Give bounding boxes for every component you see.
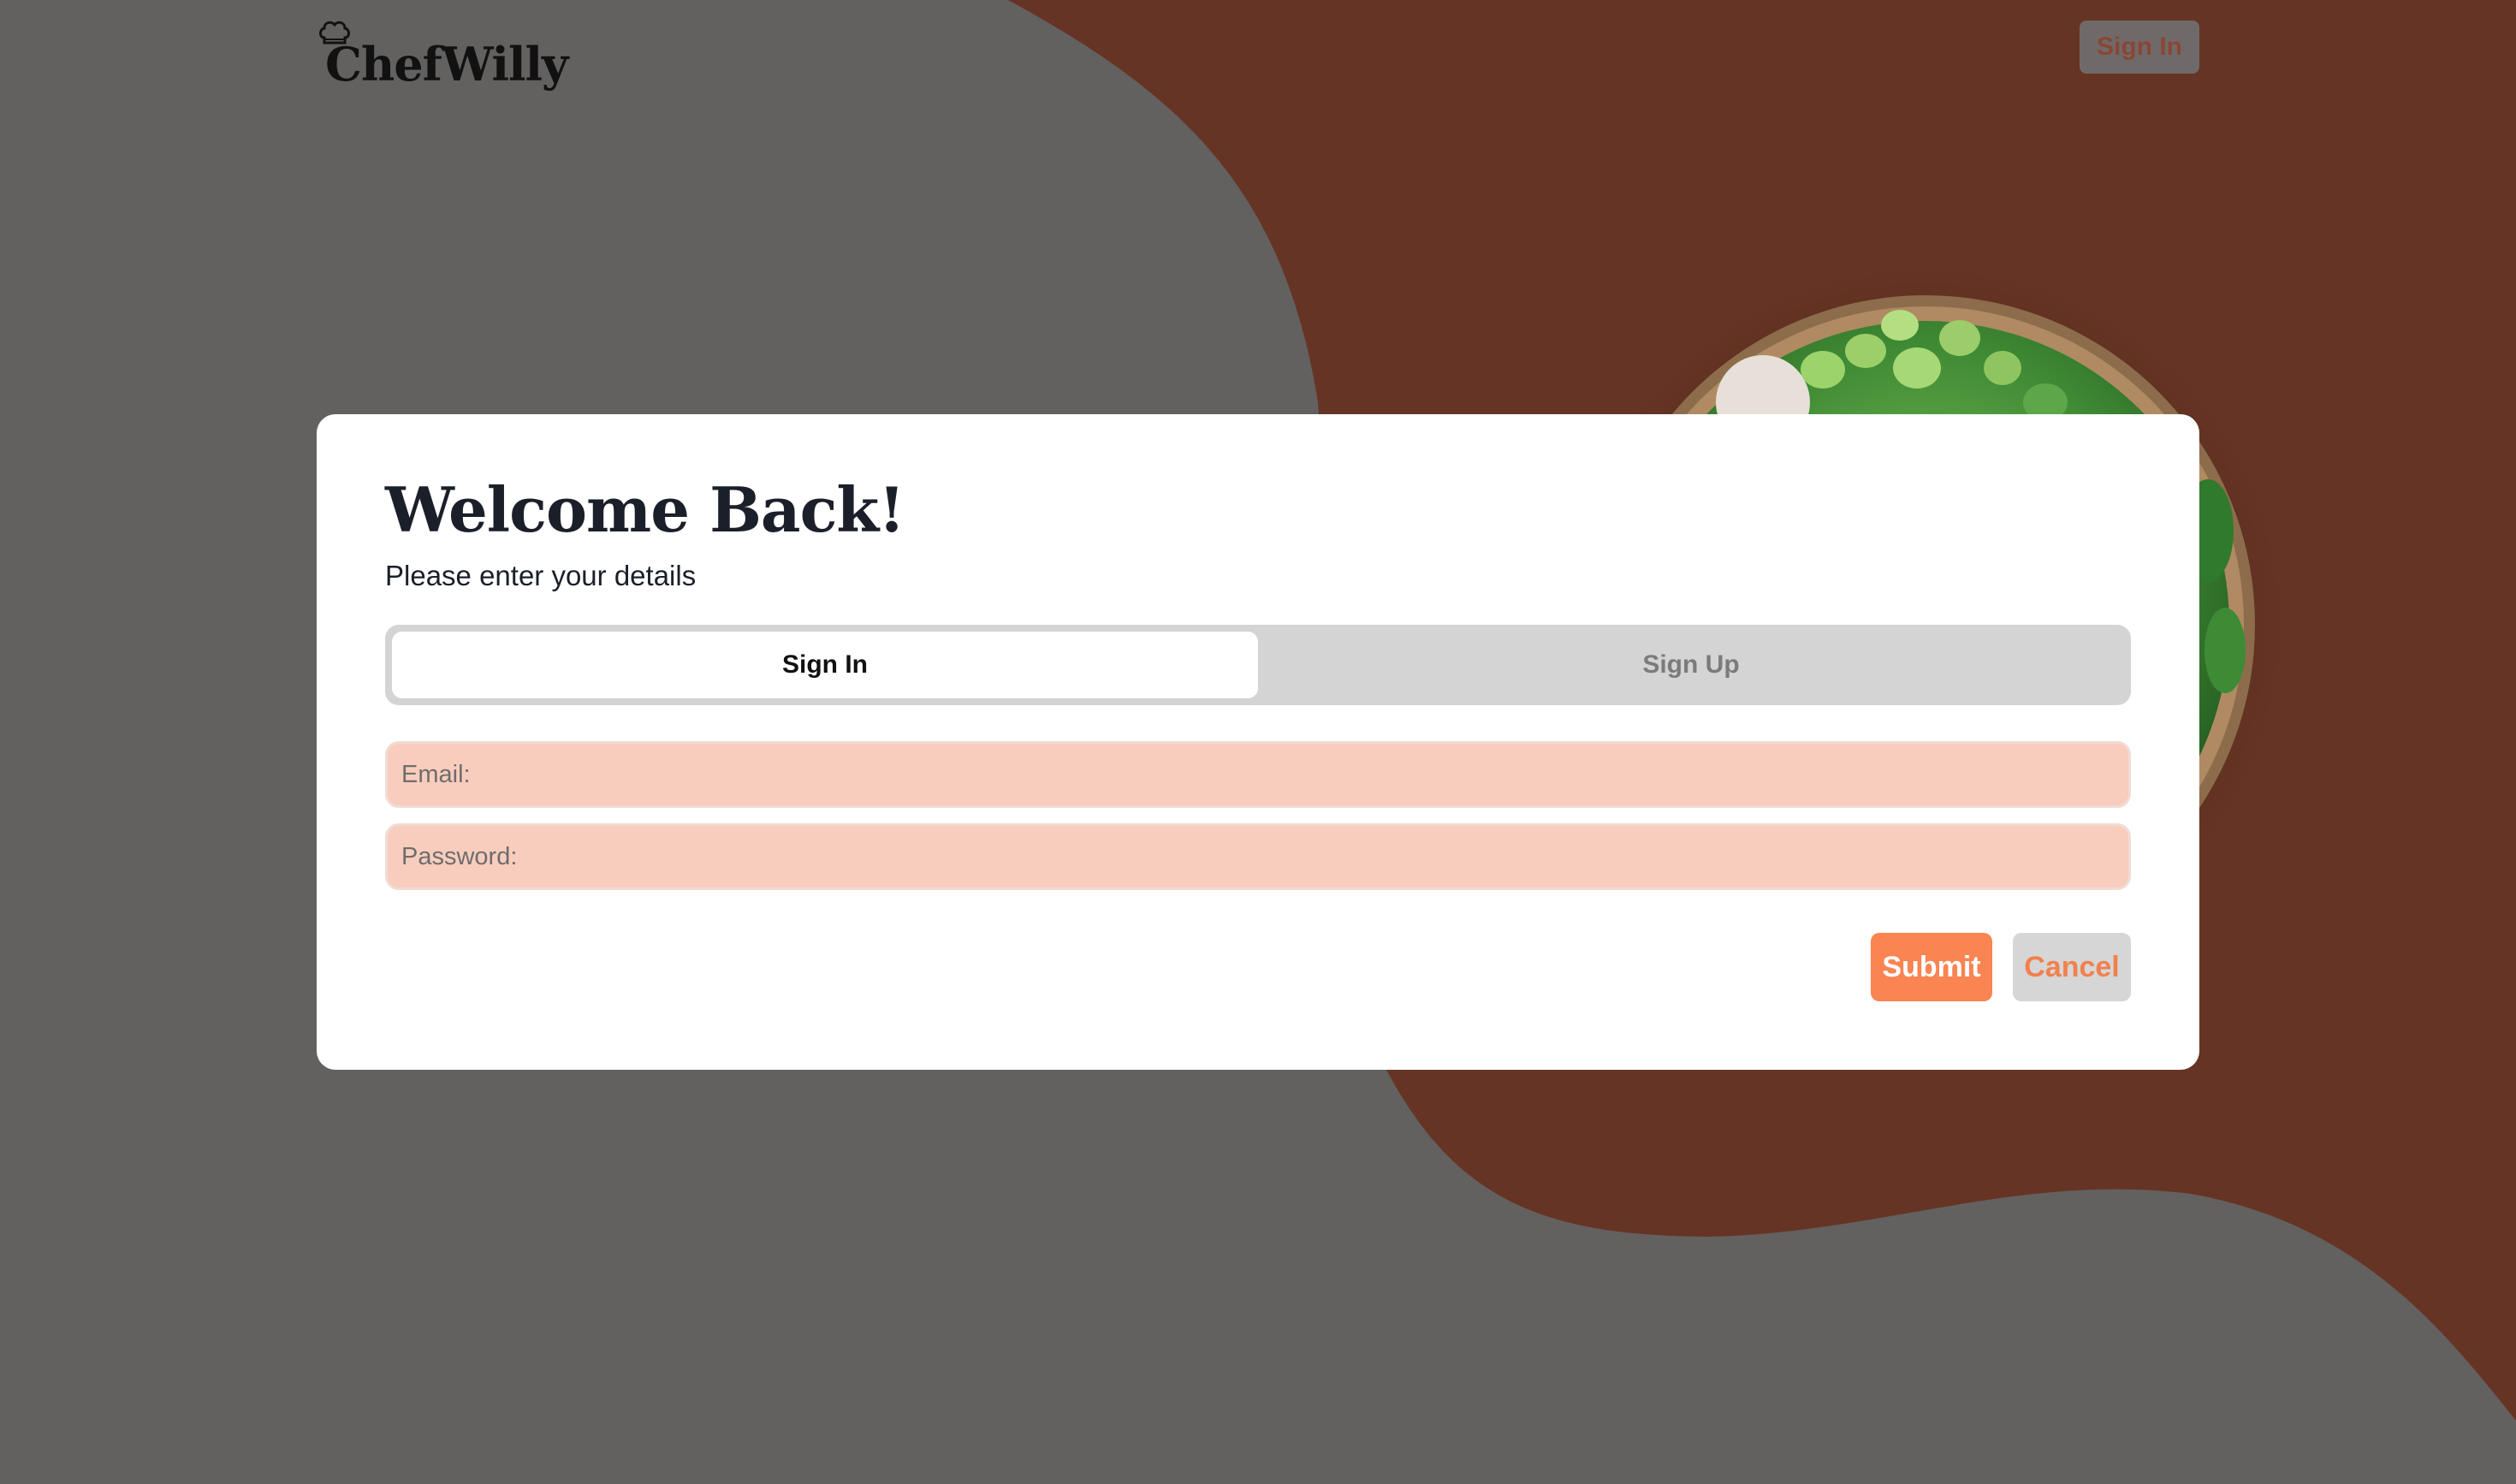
page-background: ChefWilly Sign In Welcome Back! Please e… bbox=[0, 0, 2516, 1484]
chef-hat-icon bbox=[319, 21, 350, 45]
cancel-button[interactable]: Cancel bbox=[2013, 933, 2131, 1001]
submit-button[interactable]: Submit bbox=[1871, 933, 1992, 1001]
tab-sign-in[interactable]: Sign In bbox=[392, 632, 1258, 698]
password-field[interactable] bbox=[385, 823, 2131, 890]
page-subtitle: Please enter your details bbox=[385, 560, 697, 591]
header-sign-in-button[interactable]: Sign In bbox=[2080, 21, 2199, 74]
logo-text: ChefWilly bbox=[325, 37, 568, 92]
auth-tabs: Sign In Sign Up bbox=[385, 625, 2131, 705]
sign-in-card: Welcome Back! Please enter your details … bbox=[317, 414, 2199, 1070]
tab-sign-up[interactable]: Sign Up bbox=[1258, 632, 2124, 698]
email-field[interactable] bbox=[385, 741, 2131, 808]
page-title: Welcome Back! bbox=[385, 473, 905, 546]
logo[interactable]: ChefWilly bbox=[318, 19, 568, 92]
